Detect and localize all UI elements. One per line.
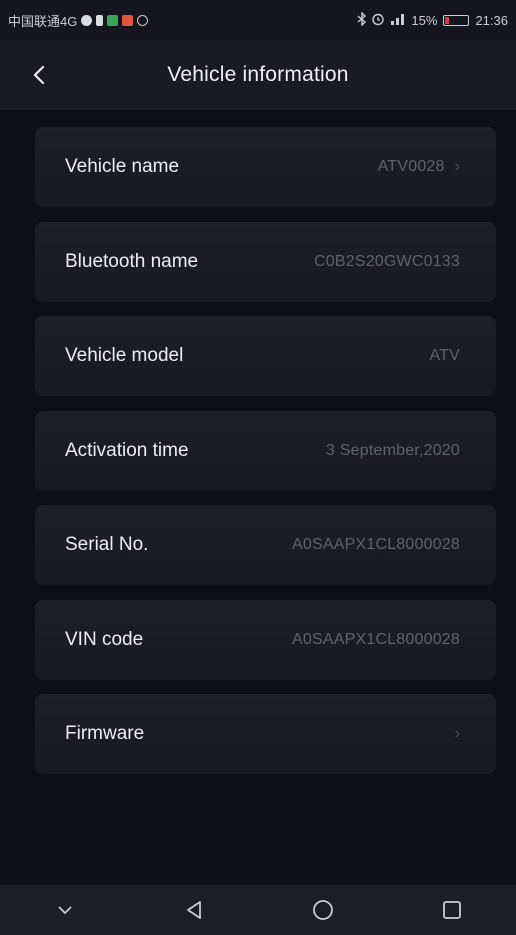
sync-icon [137, 14, 149, 26]
battery-percent: 15% [411, 12, 438, 28]
item-right: C0B2S20GWC0133 [314, 253, 460, 271]
item-value: C0B2S20GWC0133 [314, 252, 460, 270]
item-label: Activation time [65, 439, 189, 461]
nav-back-button[interactable] [169, 890, 219, 930]
status-bar-right: 15% 21:36 [357, 10, 508, 29]
system-nav-bar [0, 885, 516, 935]
nav-recents-button[interactable] [427, 890, 477, 930]
back-button[interactable] [24, 60, 54, 90]
item-label: Vehicle name [65, 156, 180, 177]
chevron-right-icon: › [454, 725, 460, 742]
list-item-firmware[interactable]: Firmware › [35, 694, 496, 774]
vehicle-info-list: Vehicle name ATV0028 › Bluetooth name C0B2S2… [35, 127, 496, 789]
item-value: A0SAAPX1CL8000028 [292, 536, 460, 553]
header-bar: Vehicle information [0, 40, 516, 110]
recents-square-icon [442, 901, 461, 919]
item-right: › [445, 725, 460, 743]
battery-icon [443, 14, 470, 26]
chevron-down-icon [57, 906, 72, 915]
message-icon [107, 14, 119, 26]
list-item-activation-time: Activation time 3 September,2020 [35, 410, 496, 491]
list-item-vehicle-model: Vehicle model ATV [35, 316, 496, 396]
item-label: Vehicle model [65, 345, 184, 366]
status-bar: 中国联通4G 15% 21:36 [0, 0, 516, 40]
status-bar-left: 中国联通4G [8, 11, 149, 30]
signal-icon [389, 12, 407, 28]
item-label: Firmware [65, 723, 145, 744]
item-label: VIN code [65, 628, 144, 650]
carrier-label: 中国联通4G [8, 13, 78, 29]
back-triangle-icon [186, 901, 201, 919]
item-right: A0SAAPX1CL8000028 [292, 536, 460, 554]
item-label: Serial No. [65, 534, 149, 555]
item-label: Bluetooth name [65, 250, 199, 272]
bluetooth-icon [357, 10, 367, 29]
item-right: ATV0028 › [378, 158, 460, 176]
list-item-vin-code: VIN code A0SAAPX1CL8000028 [35, 599, 496, 680]
chevron-right-icon: › [454, 158, 460, 175]
app-icon [81, 14, 93, 26]
chevron-left-icon [33, 65, 45, 85]
item-value: 3 September,2020 [326, 441, 460, 459]
sim-icon [96, 14, 104, 26]
nav-home-button[interactable] [298, 890, 348, 930]
list-item-vehicle-name[interactable]: Vehicle name ATV0028 › [35, 127, 496, 207]
clock: 21:36 [475, 12, 508, 28]
home-circle-icon [312, 900, 333, 920]
email-icon [122, 14, 134, 26]
alarm-icon [371, 12, 385, 29]
nav-hide-button[interactable] [40, 890, 90, 930]
list-item-serial-no: Serial No. A0SAAPX1CL8000028 [35, 505, 496, 585]
item-right: A0SAAPX1CL8000028 [292, 631, 460, 649]
item-value: ATV0028 [377, 158, 445, 175]
item-value: ATV [429, 347, 460, 364]
list-item-bluetooth-name: Bluetooth name C0B2S20GWC0133 [35, 221, 496, 302]
page-title: Vehicle information [167, 63, 349, 86]
item-right: ATV [429, 347, 460, 365]
battery-fill [445, 16, 449, 24]
item-value: A0SAAPX1CL8000028 [292, 630, 460, 648]
item-right: 3 September,2020 [326, 442, 460, 460]
